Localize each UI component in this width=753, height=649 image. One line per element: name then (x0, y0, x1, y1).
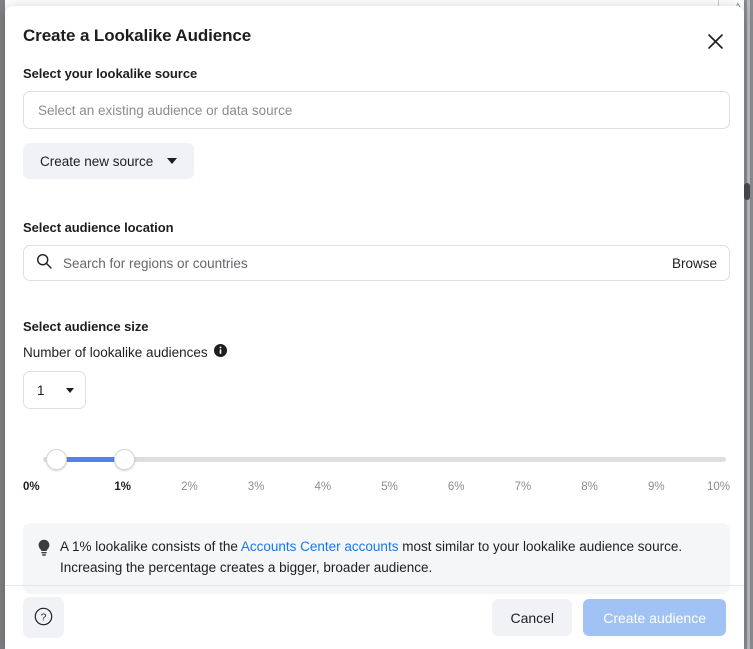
slider-tick-9pct: 9% (647, 481, 665, 493)
lookalike-count-value: 1 (37, 382, 45, 398)
tip-text-before: A 1% lookalike consists of the (60, 539, 241, 554)
tip-banner: A 1% lookalike consists of the Accounts … (23, 523, 730, 594)
close-button[interactable] (700, 28, 730, 58)
slider-tick-5pct: 5% (381, 481, 398, 493)
create-new-source-button[interactable]: Create new source (23, 143, 195, 179)
create-lookalike-audience-dialog: Create a Lookalike Audience Select your … (5, 6, 744, 649)
slider-tick-3pct: 3% (247, 481, 265, 493)
lookalike-count-label: Number of lookalike audiences (23, 344, 208, 360)
lookalike-source-heading: Select your lookalike source (23, 66, 198, 81)
dialog-footer: ? Cancel Create audience (5, 585, 744, 649)
dialog-body: Select your lookalike source Create new … (5, 66, 744, 594)
background-right-edge (744, 0, 753, 649)
slider-tick-6pct: 6% (447, 481, 465, 493)
create-new-source-label: Create new source (40, 153, 154, 169)
lightbulb-icon (37, 537, 51, 562)
tip-text: A 1% lookalike consists of the Accounts … (60, 537, 714, 579)
slider-tick-4pct: 4% (314, 481, 332, 493)
audience-size-heading: Select audience size (23, 319, 149, 334)
background-right-marker (744, 183, 750, 200)
slider-handle-min[interactable] (46, 449, 67, 470)
dialog-title: Create a Lookalike Audience (23, 26, 252, 45)
slider-tick-1pct: 1% (114, 481, 131, 493)
close-icon (707, 33, 724, 53)
lookalike-count-select[interactable]: 1 (23, 371, 86, 409)
slider-tick-0pct: 0% (23, 481, 40, 493)
accounts-center-link[interactable]: Accounts Center accounts (241, 539, 399, 554)
slider-tick-10pct: 10% (706, 481, 730, 493)
svg-text:?: ? (41, 611, 47, 623)
help-button[interactable]: ? (23, 597, 64, 638)
help-circle-icon: ? (34, 607, 53, 629)
slider-tick-7pct: 7% (514, 481, 532, 493)
browse-link[interactable]: Browse (664, 256, 717, 271)
search-icon (36, 253, 52, 274)
info-icon[interactable] (213, 344, 227, 360)
location-search-field[interactable]: Browse (23, 245, 730, 281)
background-right-inner (747, 0, 750, 649)
cancel-button[interactable]: Cancel (492, 599, 573, 636)
chevron-down-icon (66, 387, 74, 393)
slider-tick-2pct: 2% (181, 481, 198, 493)
audience-size-slider[interactable] (23, 447, 730, 473)
chevron-down-icon (167, 158, 178, 164)
lookalike-source-input[interactable] (23, 91, 730, 129)
create-audience-button[interactable]: Create audience (583, 599, 726, 636)
page-root: A l Create a Lookalike Audience Select y… (0, 0, 753, 649)
location-search-input[interactable] (61, 254, 664, 272)
slider-tick-labels: 0% 1% 2% 3% 4% 5% 6% 7% 8% 9% 10% (23, 481, 730, 499)
lookalike-count-label-row: Number of lookalike audiences (23, 344, 726, 360)
slider-tick-8pct: 8% (581, 481, 598, 493)
audience-location-heading: Select audience location (23, 220, 174, 235)
slider-handle-max[interactable] (114, 449, 135, 470)
dialog-header: Create a Lookalike Audience (5, 6, 744, 66)
slider-rail (43, 457, 726, 462)
